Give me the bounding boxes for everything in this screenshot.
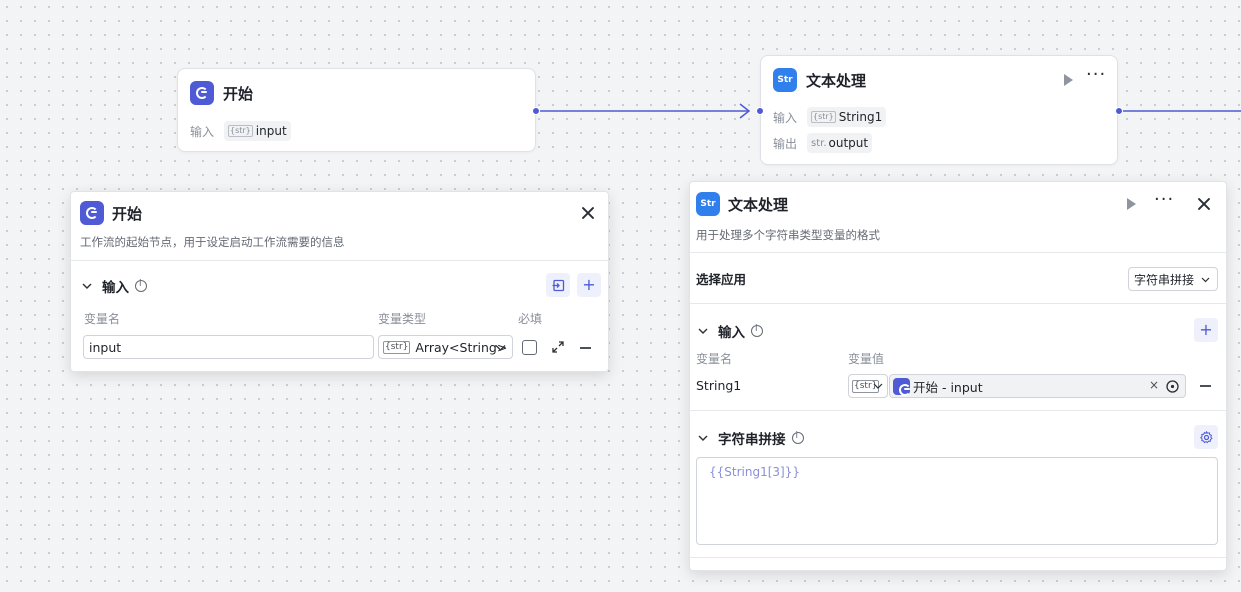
input-section-title: 输入 — [102, 280, 129, 296]
panel-divider — [690, 410, 1226, 411]
start-node-output-port[interactable] — [532, 107, 540, 115]
text-node-input-chip: {str} String1 — [807, 107, 887, 127]
chevron-down-icon[interactable] — [1201, 277, 1210, 283]
chevron-down-icon[interactable] — [698, 433, 708, 443]
run-node-icon[interactable] — [1127, 198, 1136, 210]
start-icon — [80, 201, 104, 225]
start-icon — [893, 377, 911, 396]
text-node-input-port[interactable] — [756, 107, 764, 115]
text-node-output-chip: str. output — [807, 133, 873, 153]
info-icon[interactable] — [791, 431, 804, 444]
input-section-header[interactable]: 输入 — [82, 276, 147, 296]
text-panel-title: 文本处理 — [728, 195, 789, 214]
text-process-icon: Str — [696, 192, 720, 216]
run-node-icon[interactable] — [1064, 74, 1073, 86]
required-checkbox[interactable] — [522, 340, 537, 355]
add-variable-button[interactable]: + — [1194, 318, 1218, 342]
text-node-output-port[interactable] — [1115, 107, 1123, 115]
remove-variable-icon[interactable] — [580, 347, 591, 349]
close-icon[interactable] — [581, 206, 595, 220]
text-process-icon: Str — [773, 68, 797, 92]
start-icon — [190, 81, 214, 105]
more-options-icon[interactable]: ··· — [1154, 191, 1174, 209]
panel-divider — [690, 303, 1226, 304]
clear-reference-icon[interactable]: × — [1149, 378, 1159, 392]
text-process-config-panel: Str 文本处理 ··· 用于处理多个字符串类型变量的格式 选择应用 字符串拼接… — [689, 181, 1227, 571]
text-node-input-label: 输入 — [773, 110, 798, 125]
target-icon[interactable] — [1166, 380, 1179, 393]
concat-section-header[interactable]: 字符串拼接 — [698, 428, 804, 448]
variable-name-input[interactable]: input — [83, 335, 374, 359]
gear-icon — [1199, 430, 1213, 443]
panel-divider — [690, 252, 1226, 253]
input-section-header[interactable]: 输入 — [698, 321, 763, 341]
col-variable-name: 变量名 — [84, 312, 121, 326]
close-icon[interactable] — [1197, 197, 1211, 211]
string-type-icon: {str} — [811, 111, 836, 123]
panel-divider — [71, 260, 608, 261]
variable-name-text: String1 — [696, 378, 742, 393]
start-node[interactable]: 开始 输入 {str} input — [177, 68, 540, 152]
variable-type-select[interactable]: {str} — [848, 374, 888, 398]
chevron-down-icon[interactable] — [82, 281, 92, 291]
more-options-icon[interactable]: ··· — [1086, 66, 1106, 84]
text-panel-description: 用于处理多个字符串类型变量的格式 — [696, 228, 880, 242]
start-panel-description: 工作流的起始节点，用于设定启动工作流需要的信息 — [80, 235, 345, 249]
chevron-down-icon[interactable] — [698, 326, 708, 336]
chevron-down-icon[interactable] — [873, 383, 883, 390]
template-text: {{String1[3]}} — [709, 465, 800, 479]
import-icon — [552, 279, 564, 291]
string-type-icon: {str} — [228, 125, 253, 137]
concat-section-title: 字符串拼接 — [718, 432, 786, 448]
info-icon[interactable] — [135, 279, 147, 292]
start-node-input-chip: {str} input — [224, 121, 291, 141]
text-process-node[interactable]: Str 文本处理 ··· 输入 {str} String1 输出 str. ou… — [756, 55, 1123, 165]
string-type-icon: {str} — [383, 340, 411, 354]
col-required: 必填 — [518, 312, 543, 326]
select-app-dropdown[interactable]: 字符串拼接 — [1128, 267, 1218, 291]
variable-name-value: input — [89, 339, 122, 355]
start-config-panel: 开始 工作流的起始节点，用于设定启动工作流需要的信息 输入 + 变量名 变量类型… — [70, 191, 609, 372]
text-node-output-value: output — [828, 136, 869, 150]
text-node-input-value: String1 — [838, 110, 883, 124]
col-variable-name: 变量名 — [696, 352, 733, 366]
start-node-input-value: input — [255, 124, 287, 138]
variable-reference-field[interactable]: 开始 - input × — [889, 374, 1186, 398]
variable-reference-value: 开始 - input — [913, 379, 983, 395]
settings-button[interactable] — [1194, 425, 1218, 449]
variable-type-value: Array<String> — [415, 339, 508, 355]
input-section-title: 输入 — [718, 325, 745, 341]
start-node-title: 开始 — [223, 84, 254, 103]
expand-icon[interactable] — [552, 341, 564, 353]
select-app-label: 选择应用 — [696, 272, 747, 287]
variable-type-select[interactable]: {str} Array<String> — [378, 335, 513, 359]
template-textarea[interactable]: {{String1[3]}} — [696, 457, 1218, 545]
start-panel-title: 开始 — [112, 204, 143, 223]
string-output-icon: str. — [811, 137, 827, 149]
panel-divider — [690, 557, 1226, 558]
text-node-output-label: 输出 — [773, 136, 798, 151]
text-node-title: 文本处理 — [806, 71, 867, 90]
add-variable-button[interactable]: + — [577, 273, 601, 297]
info-icon[interactable] — [751, 324, 763, 337]
select-app-value: 字符串拼接 — [1134, 272, 1195, 287]
remove-variable-icon[interactable] — [1200, 385, 1211, 387]
col-variable-type: 变量类型 — [378, 312, 427, 326]
col-variable-value: 变量值 — [848, 352, 885, 366]
chevron-down-icon[interactable] — [495, 344, 506, 352]
start-node-input-label: 输入 — [190, 124, 215, 139]
import-button[interactable] — [546, 273, 570, 297]
